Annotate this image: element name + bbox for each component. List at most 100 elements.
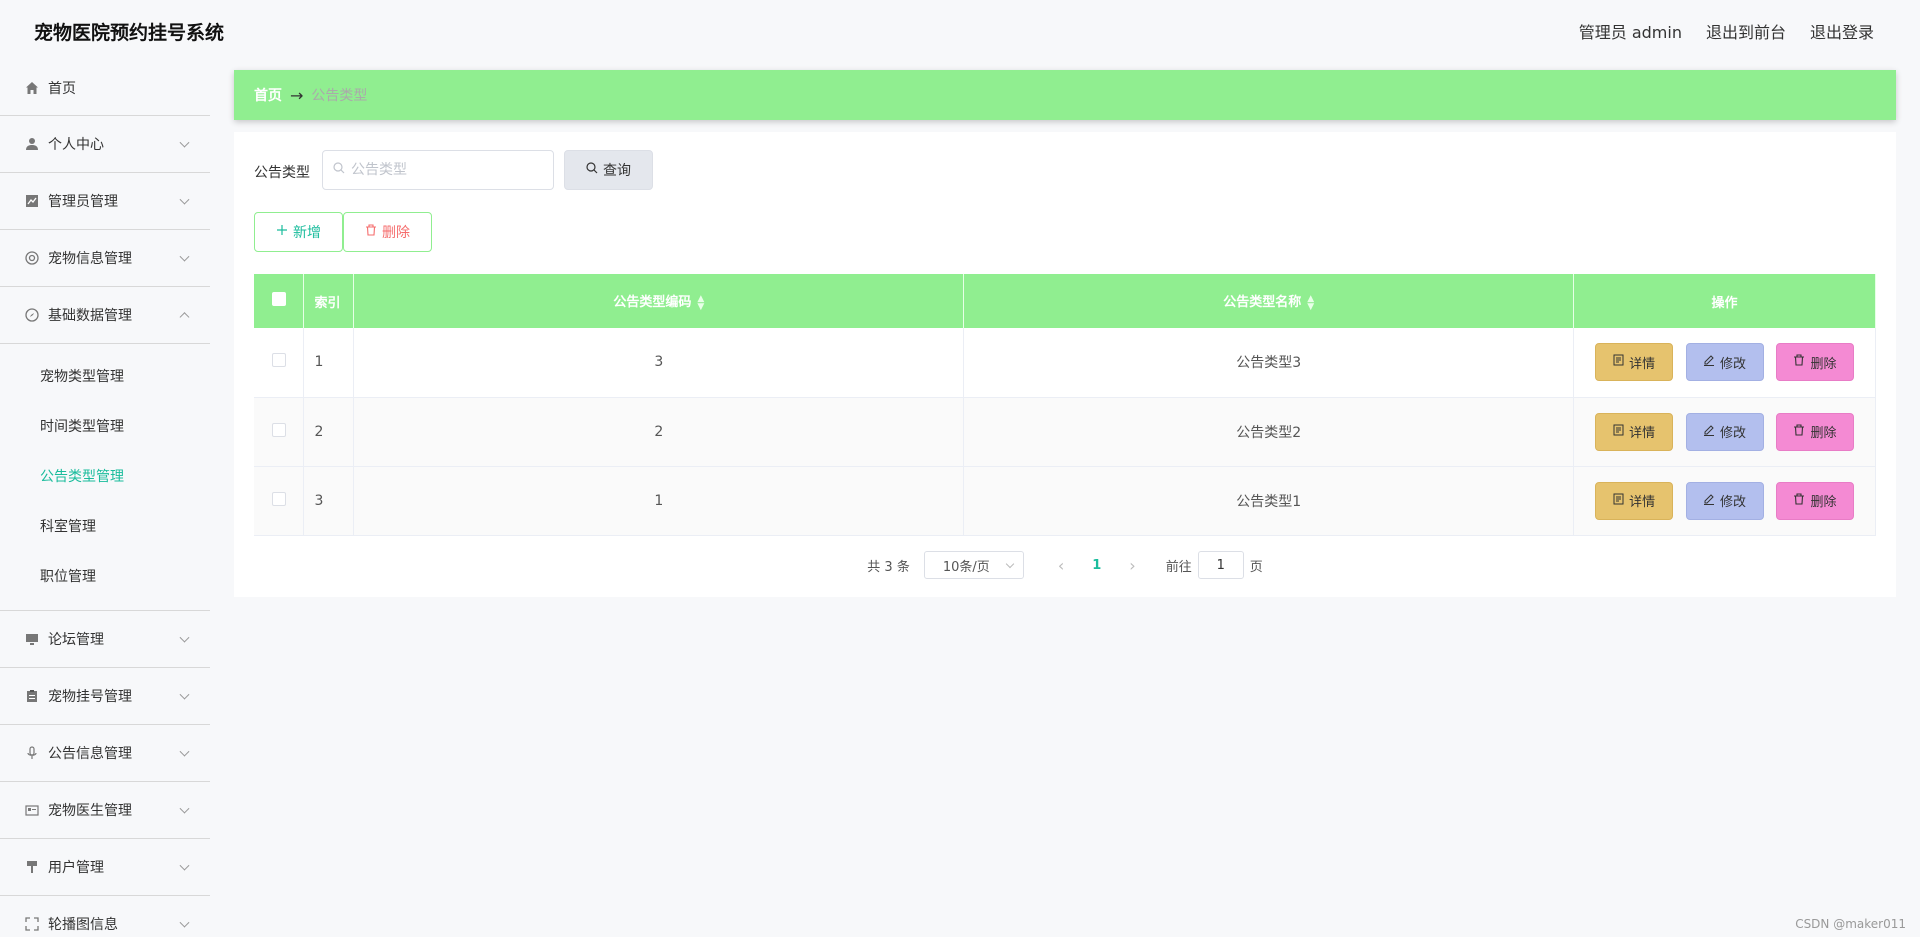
prev-page-button[interactable]: ‹ bbox=[1058, 556, 1064, 575]
delete-button-label: 删除 bbox=[382, 225, 410, 241]
sidebar-item-label: 论坛管理 bbox=[48, 632, 104, 648]
add-button[interactable]: 新增 bbox=[254, 212, 343, 252]
goto-label: 前往 bbox=[1165, 559, 1192, 575]
edit-icon bbox=[1703, 354, 1715, 370]
header-actions: 管理员 admin 退出到前台 退出登录 bbox=[1579, 19, 1874, 43]
pagination-total: 共 3 条 bbox=[867, 559, 910, 575]
detail-button[interactable]: 详情 bbox=[1595, 481, 1674, 520]
edit-label: 修改 bbox=[1720, 426, 1747, 441]
delete-button[interactable]: 删除 bbox=[1775, 343, 1854, 382]
cell-code: 1 bbox=[353, 466, 965, 536]
edit-icon bbox=[1703, 493, 1715, 509]
sidebar-item-forum[interactable]: 论坛管理 bbox=[0, 611, 210, 668]
sidebar-item-basic-data[interactable]: 基础数据管理 bbox=[0, 287, 210, 344]
sidebar-subitem-pet-type[interactable]: 宠物类型管理 bbox=[0, 352, 210, 402]
sidebar: 首页 个人中心 管理员管理 宠物信息管理 基础数据管理 宠物类型管理 时间类型管… bbox=[0, 60, 210, 937]
query-button-label: 查询 bbox=[603, 163, 631, 179]
exit-front-link[interactable]: 退出到前台 bbox=[1706, 19, 1786, 43]
edit-button[interactable]: 修改 bbox=[1685, 343, 1764, 382]
header-index: 索引 bbox=[303, 274, 355, 328]
app-title: 宠物医院预约挂号系统 bbox=[34, 22, 225, 44]
sidebar-item-user-management[interactable]: 用户管理 bbox=[0, 839, 210, 896]
brush-icon bbox=[24, 859, 40, 875]
sidebar-subitem-position[interactable]: 职位管理 bbox=[0, 552, 210, 602]
content-panel: 公告类型 查询 新增 删除 索引 公告类型编码 ▲▼ bbox=[234, 132, 1896, 597]
sidebar-item-home[interactable]: 首页 bbox=[0, 60, 210, 116]
delete-button[interactable]: 删除 bbox=[1775, 412, 1854, 451]
row-checkbox[interactable] bbox=[271, 491, 286, 506]
sidebar-item-notice-info[interactable]: 公告信息管理 bbox=[0, 725, 210, 782]
edit-label: 修改 bbox=[1720, 356, 1747, 372]
edit-button[interactable]: 修改 bbox=[1685, 481, 1764, 520]
next-page-button[interactable]: › bbox=[1129, 556, 1135, 575]
sidebar-item-admin-management[interactable]: 管理员管理 bbox=[0, 173, 210, 230]
user-icon bbox=[24, 136, 40, 152]
sidebar-subitem-notice-type[interactable]: 公告类型管理 bbox=[0, 452, 210, 502]
cell-name: 公告类型3 bbox=[963, 328, 1575, 398]
cell-code: 3 bbox=[353, 328, 965, 398]
page-size-select[interactable]: 10条/页 bbox=[923, 551, 1024, 579]
cell-code: 2 bbox=[353, 397, 965, 467]
logout-link[interactable]: 退出登录 bbox=[1810, 19, 1874, 43]
trash-icon bbox=[1793, 354, 1805, 370]
page-size-value: 10条/页 bbox=[942, 559, 990, 575]
add-button-label: 新增 bbox=[293, 225, 321, 241]
detail-label: 详情 bbox=[1629, 426, 1656, 441]
cell-index: 3 bbox=[303, 466, 355, 536]
detail-button[interactable]: 详情 bbox=[1595, 412, 1674, 451]
sidebar-item-label: 轮播图信息 bbox=[48, 917, 118, 933]
user-label: 管理员 admin bbox=[1578, 23, 1682, 42]
arrow-right-icon: → bbox=[290, 85, 304, 105]
breadcrumb-home[interactable]: 首页 bbox=[254, 85, 282, 105]
chevron-down-icon bbox=[179, 746, 190, 757]
trash-icon bbox=[1793, 423, 1805, 440]
clipboard-icon bbox=[24, 688, 40, 704]
detail-button[interactable]: 详情 bbox=[1595, 343, 1674, 382]
row-select-cell bbox=[254, 397, 305, 467]
sidebar-item-personal-center[interactable]: 个人中心 bbox=[0, 116, 210, 173]
home-icon bbox=[24, 80, 40, 96]
sidebar-subitem-time-type[interactable]: 时间类型管理 bbox=[0, 402, 210, 452]
goto-page-input[interactable] bbox=[1197, 551, 1244, 579]
edit-button[interactable]: 修改 bbox=[1685, 412, 1764, 451]
header-code[interactable]: 公告类型编码 ▲ ▼ bbox=[353, 274, 965, 328]
page-number-current[interactable]: 1 bbox=[1092, 558, 1101, 573]
monitor-icon bbox=[24, 631, 40, 647]
sidebar-item-carousel[interactable]: 轮播图信息 bbox=[0, 896, 210, 937]
cell-name: 公告类型1 bbox=[963, 466, 1575, 536]
delete-button[interactable]: 删除 bbox=[1775, 481, 1854, 520]
sidebar-item-label: 宠物医生管理 bbox=[48, 803, 132, 819]
search-input[interactable] bbox=[351, 162, 541, 178]
header-name[interactable]: 公告类型名称 ▲ ▼ bbox=[963, 274, 1575, 328]
chevron-down-icon bbox=[179, 917, 190, 928]
chevron-down-icon bbox=[179, 689, 190, 700]
sort-icon: ▲ ▼ bbox=[697, 293, 705, 312]
compass-icon bbox=[24, 307, 40, 323]
sidebar-subitem-department[interactable]: 科室管理 bbox=[0, 502, 210, 552]
row-checkbox[interactable] bbox=[271, 353, 286, 368]
page-suffix: 页 bbox=[1249, 559, 1263, 575]
chevron-down-icon bbox=[179, 251, 190, 262]
microphone-icon bbox=[24, 745, 40, 761]
sidebar-item-label: 用户管理 bbox=[48, 860, 104, 876]
sidebar-item-registration[interactable]: 宠物挂号管理 bbox=[0, 668, 210, 725]
select-all-checkbox[interactable] bbox=[271, 292, 286, 306]
sidebar-item-doctor[interactable]: 宠物医生管理 bbox=[0, 782, 210, 839]
chevron-down-icon bbox=[179, 803, 190, 814]
search-icon bbox=[333, 162, 345, 178]
search-label: 公告类型 bbox=[254, 165, 310, 181]
sidebar-item-label: 基础数据管理 bbox=[48, 308, 132, 324]
pagination: 共 3 条 10条/页 ‹ 1 › 前往 页 bbox=[234, 550, 1896, 580]
header-name-label: 公告类型名称 bbox=[1223, 295, 1302, 311]
breadcrumb: 首页 → 公告类型 bbox=[234, 70, 1896, 120]
chevron-down-icon bbox=[179, 194, 190, 205]
query-button[interactable]: 查询 bbox=[564, 150, 653, 190]
row-checkbox[interactable] bbox=[271, 422, 286, 437]
plus-icon bbox=[276, 224, 288, 240]
search-input-wrapper[interactable] bbox=[322, 150, 554, 190]
batch-delete-button[interactable]: 删除 bbox=[343, 212, 432, 252]
sort-icon: ▲ ▼ bbox=[1307, 293, 1315, 312]
sidebar-item-pet-info[interactable]: 宠物信息管理 bbox=[0, 230, 210, 287]
data-table: 索引 公告类型编码 ▲ ▼ 公告类型名称 ▲ ▼ 操作 1 3 公告类型3 详情 修改 … bbox=[254, 274, 1876, 536]
select-all-cell bbox=[254, 274, 305, 328]
